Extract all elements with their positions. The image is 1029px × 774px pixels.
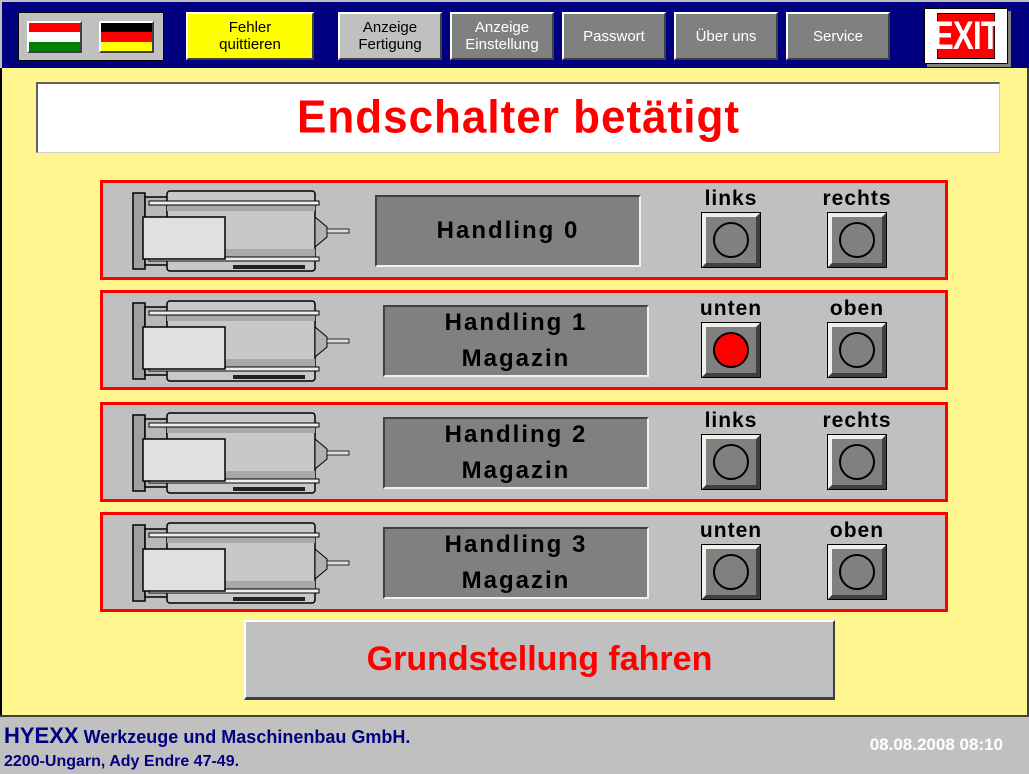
switch-indicator-button[interactable]: [827, 544, 887, 600]
handling-row-1: Handling 1 Magazin unten oben: [100, 290, 948, 390]
company-name: HYEXX Werkzeuge und Maschinenbau GmbH.: [4, 723, 410, 749]
handling-display: Handling 3 Magazin: [383, 527, 649, 599]
motor-icon: [132, 190, 350, 272]
handling-name: Handling 2: [444, 421, 588, 448]
switch-indicator-button[interactable]: [827, 212, 887, 268]
company-brand: HYEXX: [4, 723, 79, 748]
motor-icon: [132, 300, 350, 382]
handling-row-0: Handling 0 links rechts: [100, 180, 948, 280]
switch-label: unten: [699, 519, 763, 542]
limit-switch-down: unten: [691, 519, 771, 600]
handling-name: Handling 0: [436, 217, 580, 244]
motor-icon: [132, 412, 350, 494]
handling-display: Handling 1 Magazin: [383, 305, 649, 377]
about-us-button[interactable]: Über uns: [674, 12, 778, 60]
switch-indicator-button[interactable]: [701, 434, 761, 490]
switch-indicator-button[interactable]: [827, 322, 887, 378]
limit-switch-left: links: [691, 409, 771, 490]
indicator-lamp-icon: [839, 222, 875, 258]
indicator-lamp-icon: [839, 332, 875, 368]
company-full-name: Werkzeuge und Maschinenbau GmbH.: [83, 727, 411, 747]
exit-sign-icon: EXIT: [932, 13, 1000, 59]
alarm-banner: Endschalter betätigt: [36, 82, 1000, 153]
switch-label: oben: [829, 297, 885, 320]
password-button[interactable]: Passwort: [562, 12, 666, 60]
datetime-display: 08.08.2008 08:10: [869, 735, 1003, 754]
limit-switch-down: unten: [691, 297, 771, 378]
handling-name: Handling 1: [444, 309, 588, 336]
settings-view-button[interactable]: Anzeige Einstellung: [450, 12, 554, 60]
limit-switch-right: rechts: [817, 409, 897, 490]
handling-display: Handling 2 Magazin: [383, 417, 649, 489]
switch-indicator-button[interactable]: [701, 212, 761, 268]
language-selector: [18, 12, 164, 61]
production-view-button[interactable]: Anzeige Fertigung: [338, 12, 442, 60]
handling-display: Handling 0: [375, 195, 641, 267]
indicator-lamp-icon: [713, 332, 749, 368]
handling-subtitle: Magazin: [461, 345, 571, 372]
limit-switch-up: oben: [817, 297, 897, 378]
footer: HYEXX Werkzeuge und Maschinenbau GmbH. 2…: [0, 715, 1029, 774]
main-panel: Endschalter betätigt Handling 0 links re…: [0, 68, 1029, 715]
limit-switch-up: oben: [817, 519, 897, 600]
indicator-lamp-icon: [713, 222, 749, 258]
indicator-lamp-icon: [839, 554, 875, 590]
german-flag-button[interactable]: [99, 21, 154, 53]
alarm-message: Endschalter betätigt: [297, 91, 740, 144]
indicator-lamp-icon: [713, 444, 749, 480]
acknowledge-error-button[interactable]: Fehler quittieren: [186, 12, 314, 60]
switch-label: rechts: [822, 187, 892, 210]
limit-switch-right: rechts: [817, 187, 897, 268]
handling-row-2: Handling 2 Magazin links rechts: [100, 402, 948, 502]
handling-row-3: Handling 3 Magazin unten oben: [100, 512, 948, 612]
motor-icon: [132, 522, 350, 604]
exit-button[interactable]: EXIT: [924, 8, 1008, 64]
switch-label: unten: [699, 297, 763, 320]
limit-switch-left: links: [691, 187, 771, 268]
switch-indicator-button[interactable]: [827, 434, 887, 490]
switch-label: rechts: [822, 409, 892, 432]
company-address: 2200-Ungarn, Ady Endre 47-49.: [4, 753, 240, 770]
switch-label: oben: [829, 519, 885, 542]
hungarian-flag-button[interactable]: [27, 21, 82, 53]
switch-label: links: [704, 409, 758, 432]
handling-name: Handling 3: [444, 531, 588, 558]
switch-indicator-button[interactable]: [701, 544, 761, 600]
handling-subtitle: Magazin: [461, 567, 571, 594]
switch-label: links: [704, 187, 758, 210]
handling-subtitle: Magazin: [461, 457, 571, 484]
switch-indicator-button[interactable]: [701, 322, 761, 378]
indicator-lamp-icon: [839, 444, 875, 480]
indicator-lamp-icon: [713, 554, 749, 590]
home-position-button[interactable]: Grundstellung fahren: [244, 620, 835, 700]
top-toolbar: Fehler quittieren Anzeige Fertigung Anze…: [0, 0, 1029, 68]
service-button[interactable]: Service: [786, 12, 890, 60]
